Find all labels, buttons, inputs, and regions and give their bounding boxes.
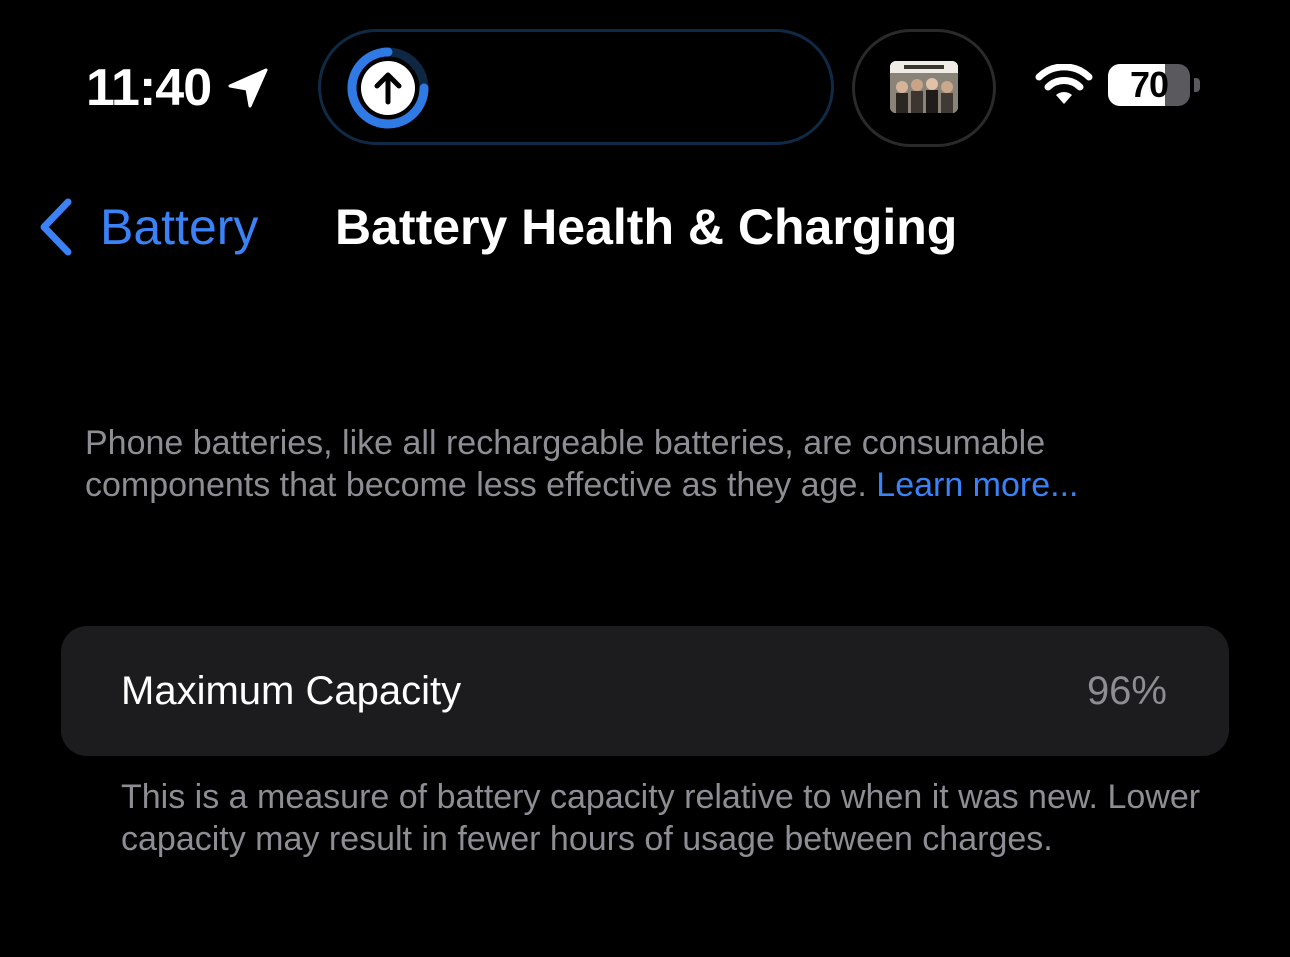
upload-progress-icon (347, 47, 429, 129)
page-title: Battery Health & Charging (335, 199, 958, 255)
learn-more-link[interactable]: Learn more... (876, 466, 1078, 504)
maximum-capacity-row: Maximum Capacity 96% (61, 626, 1229, 756)
battery-body: 70 (1108, 64, 1190, 106)
media-artwork-icon (890, 61, 958, 113)
status-time: 11:40 (86, 59, 212, 117)
maximum-capacity-footer: This is a measure of battery capacity re… (121, 778, 1201, 858)
battery-indicator: 70 (1108, 64, 1200, 108)
battery-percent-label: 70 (1129, 64, 1169, 105)
battery-nub (1194, 78, 1200, 92)
maximum-capacity-label: Maximum Capacity (121, 669, 462, 713)
back-button-label: Battery (100, 199, 259, 255)
intro-description: Phone batteries, like all rechargeable b… (85, 422, 1235, 506)
wifi-icon (1035, 64, 1093, 104)
maximum-capacity-value: 96% (1086, 669, 1167, 713)
chevron-left-icon (40, 198, 72, 256)
back-button[interactable]: Battery (36, 192, 258, 262)
location-arrow-icon (228, 68, 268, 108)
